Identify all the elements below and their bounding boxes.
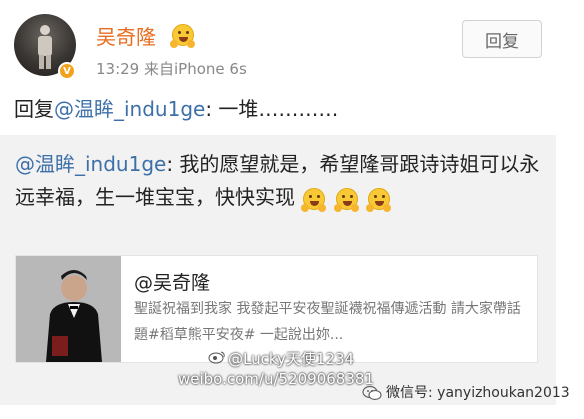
author-name[interactable]: 吴奇隆 [96, 21, 156, 50]
watermark-wechat: 微信号: yanyizhoukan2013 [386, 385, 570, 401]
post-meta: 13:29 来自iPhone 6s [96, 60, 247, 78]
person-photo [16, 256, 121, 362]
post-text: 回复@温眸_indu1ge: 一堆………… [14, 93, 338, 122]
avatar-figure [38, 25, 52, 69]
hug-emoji-icon [333, 187, 358, 212]
hug-emoji-icon [301, 187, 326, 212]
card-thumbnail [16, 256, 121, 362]
reply-button[interactable]: 回复 [462, 20, 542, 58]
quoted-mention-link[interactable]: @温眸_indu1ge [15, 152, 166, 176]
watermark-weibo-user: @Lucky天使1234 [228, 350, 355, 368]
card-author-name[interactable]: @吴奇隆 [134, 268, 210, 295]
card-description: 聖誕祝福到我家 我發起平安夜聖誕襪祝福傳遞活動 請大家帶話題#稻草熊平安夜# 一… [134, 301, 521, 343]
verified-badge-icon: V [58, 62, 76, 80]
shared-post-card[interactable]: @吴奇隆 聖誕祝福到我家 我發起平安夜聖誕襪祝福傳遞活動 請大家帶話題#稻草熊平… [15, 255, 538, 363]
hug-emoji-icon [170, 24, 194, 48]
weibo-logo-icon [208, 351, 225, 364]
hug-emoji-icon [366, 187, 391, 212]
reply-body: : 一堆………… [205, 97, 339, 121]
watermark-weibo-url: weibo.com/u/5209068381 [178, 370, 374, 388]
wechat-logo-icon [362, 385, 382, 401]
reply-mention-link[interactable]: @温眸_indu1ge [54, 97, 205, 121]
reply-prefix: 回复 [14, 97, 54, 121]
quoted-text: @温眸_indu1ge: 我的愿望就是，希望隆哥跟诗诗姐可以永远幸福，生一堆宝宝… [15, 148, 545, 214]
